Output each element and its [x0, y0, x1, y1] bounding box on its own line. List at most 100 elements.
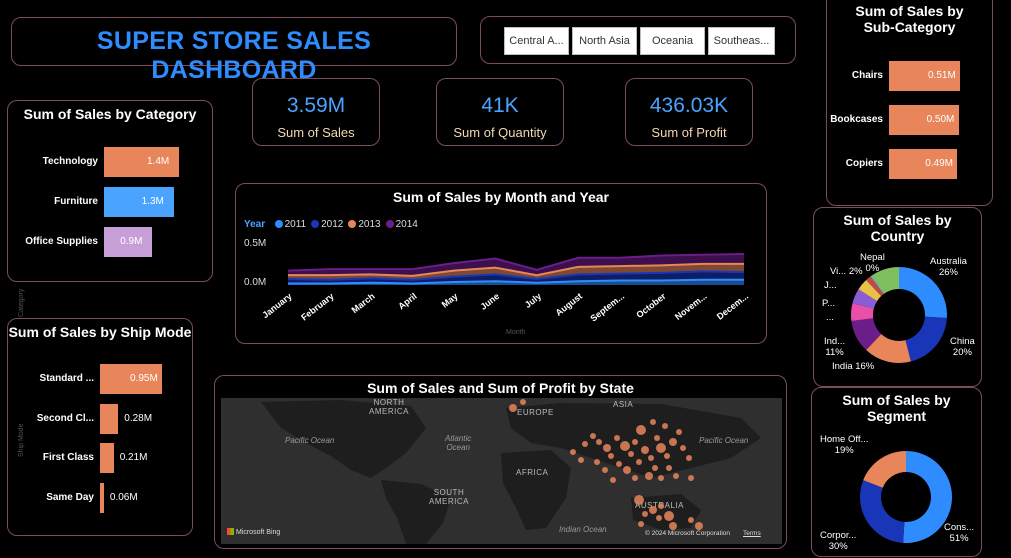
axis-title: Category [18, 288, 25, 317]
map-bubble[interactable] [590, 433, 596, 439]
map-bubble[interactable] [610, 477, 616, 483]
category-chart-card[interactable]: Sum of Sales by Category Category Techno… [7, 100, 213, 317]
map-card[interactable]: Sum of Sales and Sum of Profit by State … [214, 375, 787, 549]
map-bubble[interactable] [656, 443, 666, 453]
bar-category-label: Copiers [845, 158, 883, 169]
donut-label: Corpor... 30% [820, 530, 857, 552]
map-bubble[interactable] [686, 455, 692, 461]
region-slicer: Central A... North Asia Oceania Southeas… [480, 16, 796, 64]
legend-marker [348, 220, 357, 228]
map-bubble[interactable] [578, 457, 584, 463]
map-bubble[interactable] [664, 511, 674, 521]
map-bubble[interactable] [652, 465, 658, 471]
map-bubble[interactable] [654, 435, 660, 441]
map-bubble[interactable] [662, 423, 668, 429]
legend-item[interactable]: 2013 [348, 219, 381, 230]
chart-legend: Year 2011 2012 2013 2014 [244, 214, 423, 232]
map-bubble[interactable] [623, 466, 631, 474]
chart-title: Sum of Sales and Sum of Profit by State [367, 380, 634, 396]
donut-label: P... [822, 298, 836, 309]
map-bubble[interactable] [520, 399, 526, 405]
map-bubble[interactable] [596, 439, 602, 445]
windows-icon [227, 528, 234, 535]
map-bubble[interactable] [650, 419, 656, 425]
map-bubble[interactable] [603, 444, 611, 452]
map-bubble[interactable] [666, 465, 672, 471]
map-bubble[interactable] [636, 459, 642, 465]
chart-title-line1: Sum of Sales by [855, 3, 964, 19]
legend-label: 2013 [358, 219, 381, 230]
slicer-item-central-asia[interactable]: Central A... [504, 27, 569, 55]
area-plot [287, 253, 745, 285]
bar-category-label: Same Day [46, 491, 94, 503]
map-bubble[interactable] [688, 475, 694, 481]
bar-value-label: 0.21M [119, 452, 148, 463]
bar-category-label: Bookcases [830, 114, 883, 125]
map-bubble[interactable] [658, 503, 664, 509]
map-bubble[interactable] [509, 404, 517, 412]
donut-slice[interactable] [905, 316, 947, 362]
slicer-item-oceania[interactable]: Oceania [640, 27, 705, 55]
world-map[interactable]: NORTH AMERICA EUROPE ASIA AFRICA SOUTH A… [221, 398, 782, 544]
map-bubble[interactable] [636, 425, 646, 435]
map-bubble[interactable] [632, 439, 638, 445]
map-bubble[interactable] [614, 435, 620, 441]
map-bubble[interactable] [594, 459, 600, 465]
map-bubble[interactable] [602, 467, 608, 473]
map-bubble[interactable] [616, 461, 622, 467]
map-bubble[interactable] [669, 438, 677, 446]
slicer-item-north-asia[interactable]: North Asia [572, 27, 637, 55]
legend-title: Year [244, 219, 266, 230]
month-year-chart-card[interactable]: Sum of Sales by Month and Year Year 2011… [235, 183, 767, 344]
donut-label: Cons... 51% [944, 522, 975, 544]
map-bubble[interactable] [664, 453, 670, 459]
kpi-label: Sum of Quantity [453, 125, 547, 140]
map-bubble[interactable] [634, 495, 644, 505]
map-bubble[interactable] [688, 517, 694, 523]
map-bubble[interactable] [669, 522, 677, 530]
map-bubble[interactable] [673, 473, 679, 479]
segment-chart-card[interactable]: Sum of Sales by Segment Home Off... 19% … [811, 387, 982, 557]
map-bubble[interactable] [582, 441, 588, 447]
map-bubble[interactable] [658, 475, 664, 481]
map-bubble[interactable] [649, 506, 657, 514]
bar-category-label: First Class [42, 452, 94, 463]
map-bubble[interactable] [656, 515, 662, 521]
x-tick-label: March [350, 291, 378, 316]
map-terms-link[interactable]: Terms [743, 530, 761, 537]
map-bubble[interactable] [632, 475, 638, 481]
bar[interactable] [100, 482, 104, 513]
map-bubble[interactable] [695, 522, 703, 530]
bar[interactable] [100, 403, 119, 434]
legend-item[interactable]: 2014 [385, 219, 418, 230]
map-bubble[interactable] [648, 455, 654, 461]
donut-slice[interactable] [863, 451, 906, 488]
legend-item[interactable]: 2011 [274, 219, 307, 230]
chart-title: Sum of Sales by Category [23, 106, 197, 122]
map-bubble[interactable] [628, 451, 634, 457]
map-bubble[interactable] [676, 429, 682, 435]
map-bubble[interactable] [608, 453, 614, 459]
map-bubble[interactable] [570, 449, 576, 455]
donut-slice[interactable] [860, 480, 905, 543]
kpi-sum-of-quantity: 41K Sum of Quantity [436, 78, 564, 146]
bar-value-label: 0.50M [926, 114, 955, 125]
kpi-sum-of-profit: 436.03K Sum of Profit [625, 78, 753, 146]
map-bubble[interactable] [642, 511, 648, 517]
legend-label: 2011 [284, 219, 307, 230]
map-bubble[interactable] [680, 445, 686, 451]
map-bubble[interactable] [620, 441, 630, 451]
kpi-value: 41K [481, 94, 519, 117]
bar-value-label: 0.95M [130, 373, 158, 384]
map-bubble[interactable] [641, 446, 649, 454]
subcategory-chart-card[interactable]: Sum of Sales by Sub-Category Chairs 0.51M… [826, 0, 993, 206]
legend-item[interactable]: 2012 [311, 219, 343, 230]
country-chart-card[interactable]: Sum of Sales by Country Australia 26% Ch… [813, 207, 982, 387]
ship-mode-chart-card[interactable]: Sum of Sales by Ship Mode Ship Mode Stan… [7, 318, 193, 536]
slicer-item-southeast-asia[interactable]: Southeas... [708, 27, 775, 55]
legend-marker [385, 220, 394, 228]
map-bubble[interactable] [645, 472, 653, 480]
kpi-label: Sum of Profit [651, 125, 727, 140]
bar[interactable] [100, 443, 114, 473]
map-bubble[interactable] [638, 521, 644, 527]
